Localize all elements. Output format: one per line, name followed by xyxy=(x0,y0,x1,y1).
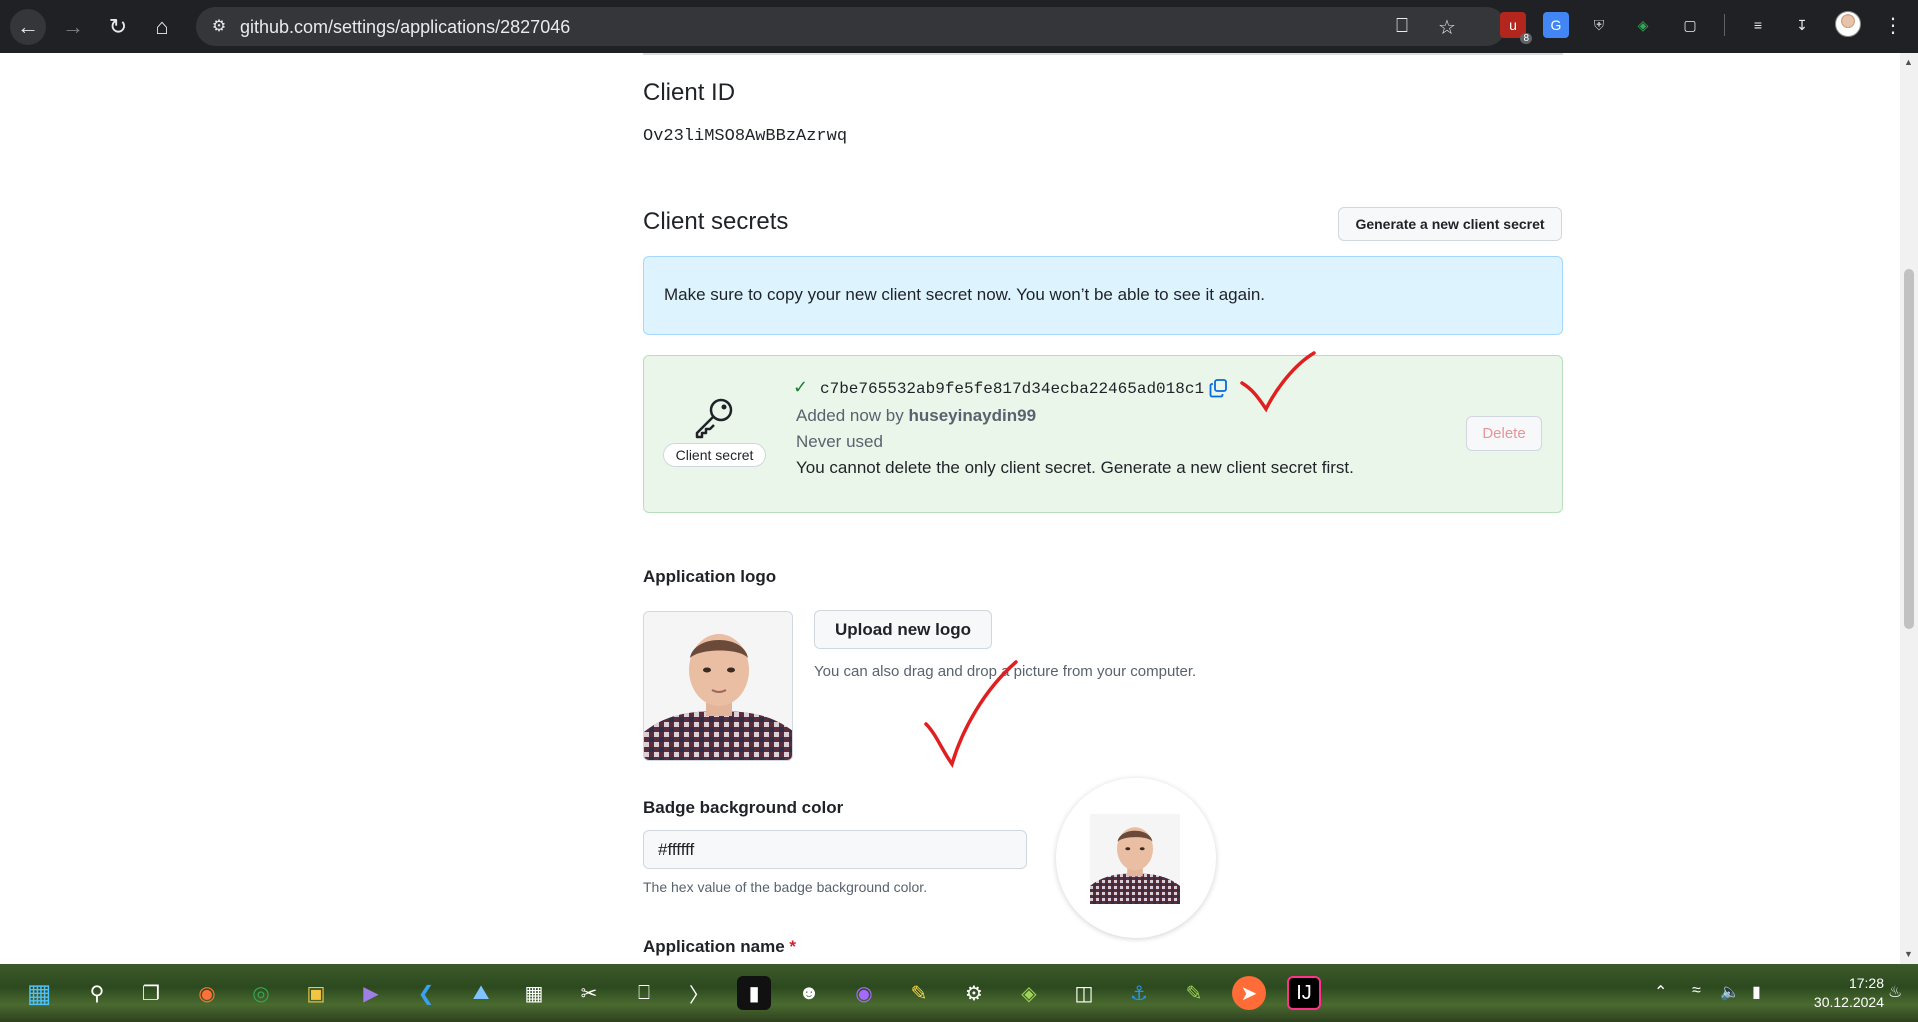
green-app-icon[interactable]: ◈ xyxy=(1012,976,1046,1010)
added-by-text: Added now by huseyinaydin99 xyxy=(796,406,1036,426)
reload-icon[interactable]: ↻ xyxy=(100,9,136,45)
scroll-up-arrow-icon[interactable]: ▲ xyxy=(1904,57,1913,67)
chrome-icon[interactable]: ◎ xyxy=(244,976,278,1010)
wifi-icon[interactable]: ≈ xyxy=(1692,982,1701,1000)
calculator-icon[interactable]: ▦ xyxy=(517,976,551,1010)
flash-message: Make sure to copy your new client secret… xyxy=(664,285,1266,304)
snipping-tool-icon[interactable]: ✂ xyxy=(572,976,606,1010)
shield-extension-icon[interactable]: ⛨ xyxy=(1586,12,1612,38)
client-secret-card: Client secret ✓ c7be765532ab9fe5fe817d34… xyxy=(643,355,1563,513)
notification-bell-icon[interactable]: ♨ xyxy=(1888,982,1902,1002)
forward-arrow-icon[interactable]: → xyxy=(55,9,91,45)
toolbar-divider xyxy=(1724,14,1725,36)
firefox-icon[interactable]: ◉ xyxy=(190,976,224,1010)
red-check-annotation-1 xyxy=(1240,351,1316,413)
disk-tool-icon[interactable]: ◫ xyxy=(1067,976,1101,1010)
profile-avatar[interactable] xyxy=(1835,11,1861,37)
downloads-icon[interactable]: ↧ xyxy=(1789,12,1815,38)
paint-icon[interactable]: ✎ xyxy=(902,976,936,1010)
badge-color-input[interactable]: #ffffff xyxy=(643,830,1027,869)
generate-secret-button[interactable]: Generate a new client secret xyxy=(1338,207,1562,241)
application-name-heading: Application name * xyxy=(643,937,796,957)
taskbar-clock[interactable]: 17:28 30.12.2024 xyxy=(1792,974,1884,1012)
terminal-icon[interactable]: 〉 xyxy=(682,976,716,1010)
ublock-extension-icon[interactable]: u8 xyxy=(1500,12,1532,44)
check-icon: ✓ xyxy=(793,377,809,397)
upload-logo-button[interactable]: Upload new logo xyxy=(814,610,992,649)
delete-warning-text: You cannot delete the only client secret… xyxy=(796,458,1354,477)
top-divider xyxy=(643,53,1563,55)
scroll-down-arrow-icon[interactable]: ▼ xyxy=(1904,949,1913,959)
task-view-icon[interactable]: ❐ xyxy=(134,976,168,1010)
copy-icon[interactable] xyxy=(1209,378,1229,398)
install-app-icon[interactable]: ⎕ xyxy=(1396,15,1408,38)
database-tool-icon[interactable]: ⚙ xyxy=(957,976,991,1010)
back-arrow-icon[interactable]: ← xyxy=(10,9,46,45)
postgres-elephant-icon[interactable]: ☻ xyxy=(792,976,826,1010)
key-icon xyxy=(695,398,733,439)
badge-portrait xyxy=(1090,814,1180,904)
usage-text: Never used xyxy=(796,432,883,451)
remote-desktop-icon[interactable]: ⎕ xyxy=(627,976,661,1010)
file-explorer-icon[interactable]: ▣ xyxy=(299,976,333,1010)
client-id-heading: Client ID xyxy=(643,79,736,106)
clock-date: 30.12.2024 xyxy=(1813,994,1884,1010)
search-icon[interactable]: ⚲ xyxy=(80,976,114,1010)
browser-toolbar: ← → ↻ ⌂ ⚙ github.com/settings/applicatio… xyxy=(0,0,1918,53)
visual-studio-icon[interactable]: ▶ xyxy=(354,976,388,1010)
tray-expand-icon[interactable]: ⌃ xyxy=(1654,982,1667,1002)
photos-icon[interactable]: ⛰ xyxy=(464,976,498,1010)
battery-icon[interactable]: ▮ xyxy=(1752,982,1761,1002)
application-logo-heading: Application logo xyxy=(643,567,777,586)
colorful-extension-icon[interactable]: ◈ xyxy=(1630,12,1656,38)
address-bar[interactable]: ⚙ github.com/settings/applications/28270… xyxy=(196,7,1506,46)
translate-extension-icon[interactable]: G xyxy=(1543,12,1569,38)
application-logo-image xyxy=(643,611,793,761)
command-prompt-icon[interactable]: ▮ xyxy=(737,976,771,1010)
postman-icon[interactable]: ➤ xyxy=(1232,976,1266,1010)
reading-list-icon[interactable]: ≡ xyxy=(1745,12,1771,38)
page-viewport: Client ID Ov23liMSO8AwBBzAzrwq Client se… xyxy=(0,53,1900,964)
url-text[interactable]: github.com/settings/applications/2827046 xyxy=(240,17,570,38)
badge-preview xyxy=(1056,778,1216,938)
page-scrollbar[interactable]: ▲ ▼ xyxy=(1900,53,1918,964)
required-asterisk: * xyxy=(789,937,797,956)
volume-icon[interactable]: 🔈 xyxy=(1720,982,1740,1002)
docker-icon[interactable]: ⚓ xyxy=(1122,976,1156,1010)
red-check-annotation-2 xyxy=(924,660,1018,768)
bookmark-star-icon[interactable]: ☆ xyxy=(1438,15,1456,40)
scroll-thumb[interactable] xyxy=(1904,269,1914,629)
flash-notice: Make sure to copy your new client secret… xyxy=(643,256,1563,335)
site-info-icon[interactable]: ⚙ xyxy=(208,16,230,38)
windows-taskbar: ▦ ⚲ ❐ ◉ ◎ ▣ ▶ ❮ ⛰ ▦ ✂ ⎕ 〉 ▮ ☻ ◉ ✎ ⚙ ◈ ◫ … xyxy=(0,964,1918,1022)
menu-kebab-icon[interactable]: ⋮ xyxy=(1880,12,1906,38)
logo-portrait xyxy=(644,612,792,760)
badge-color-heading: Badge background color xyxy=(643,798,844,817)
notepad-plus-icon[interactable]: ✎ xyxy=(1177,976,1211,1010)
added-by-user[interactable]: huseyinaydin99 xyxy=(908,406,1036,425)
clock-time: 17:28 xyxy=(1848,975,1884,991)
badge-color-hint: The hex value of the badge background co… xyxy=(643,879,928,895)
client-secret-label: Client secret xyxy=(663,443,766,467)
home-icon[interactable]: ⌂ xyxy=(144,9,180,45)
github-desktop-icon[interactable]: ◉ xyxy=(847,976,881,1010)
intellij-icon[interactable]: IJ xyxy=(1287,976,1321,1010)
windows-start-icon[interactable]: ▦ xyxy=(22,976,56,1010)
added-prefix: Added now by xyxy=(796,406,909,425)
client-secrets-heading: Client secrets xyxy=(643,208,789,235)
client-id-value: Ov23liMSO8AwBBzAzrwq xyxy=(643,127,848,146)
application-name-label: Application name xyxy=(643,937,785,956)
delete-secret-button[interactable]: Delete xyxy=(1466,416,1542,451)
vscode-icon[interactable]: ❮ xyxy=(409,976,443,1010)
client-secret-value: c7be765532ab9fe5fe817d34ecba22465ad018c1 xyxy=(820,380,1205,398)
extensions-puzzle-icon[interactable]: ▢ xyxy=(1677,12,1703,38)
